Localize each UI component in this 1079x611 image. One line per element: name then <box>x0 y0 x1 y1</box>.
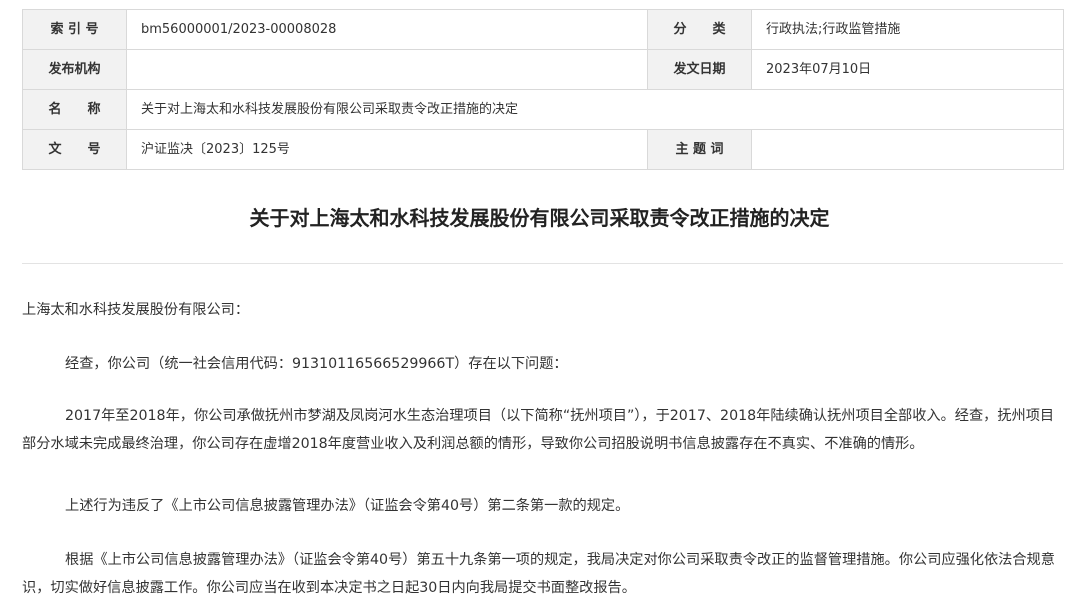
category-label: 分 类 <box>647 9 752 50</box>
issuer-label: 发布机构 <box>22 49 127 90</box>
index-number-value: bm56000001/2023-00008028 <box>126 9 648 50</box>
body-paragraph-2: 2017年至2018年，你公司承做抚州市梦湖及凤岗河水生态治理项目（以下简称“抚… <box>22 408 1055 452</box>
document-name-value: 关于对上海太和水科技发展股份有限公司采取责令改正措施的决定 <box>126 89 1064 130</box>
document-number-value: 沪证监决〔2023〕125号 <box>126 129 648 170</box>
issue-date-value: 2023年07月10日 <box>751 49 1064 90</box>
body-paragraph-3: 上述行为违反了《上市公司信息披露管理办法》（证监会令第40号）第二条第一款的规定… <box>65 498 630 514</box>
subject-terms-label: 主 题 词 <box>647 129 752 170</box>
subject-terms-value <box>751 129 1064 170</box>
metadata-row-docno: 文 号 沪证监决〔2023〕125号 主 题 词 <box>22 129 1064 170</box>
body-paragraph-4: 根据《上市公司信息披露管理办法》（证监会令第40号）第五十九条第一项的规定，我局… <box>22 552 1055 596</box>
metadata-row-issuer: 发布机构 发文日期 2023年07月10日 <box>22 49 1064 90</box>
issuer-value <box>126 49 648 90</box>
category-value: 行政执法;行政监管措施 <box>751 9 1064 50</box>
metadata-row-index: 索 引 号 bm56000001/2023-00008028 分 类 行政执法;… <box>22 9 1064 50</box>
issue-date-label: 发文日期 <box>647 49 752 90</box>
body-paragraph-1: 经查，你公司（统一社会信用代码：91310116566529966T）存在以下问… <box>65 356 568 372</box>
index-number-label: 索 引 号 <box>22 9 127 50</box>
document-name-label: 名 称 <box>22 89 127 130</box>
metadata-row-name: 名 称 关于对上海太和水科技发展股份有限公司采取责令改正措施的决定 <box>22 89 1064 130</box>
salutation: 上海太和水科技发展股份有限公司： <box>22 302 250 318</box>
document-number-label: 文 号 <box>22 129 127 170</box>
document-metadata-table: 索 引 号 bm56000001/2023-00008028 分 类 行政执法;… <box>22 9 1064 170</box>
title-divider <box>22 263 1063 264</box>
document-title: 关于对上海太和水科技发展股份有限公司采取责令改正措施的决定 <box>249 206 830 230</box>
